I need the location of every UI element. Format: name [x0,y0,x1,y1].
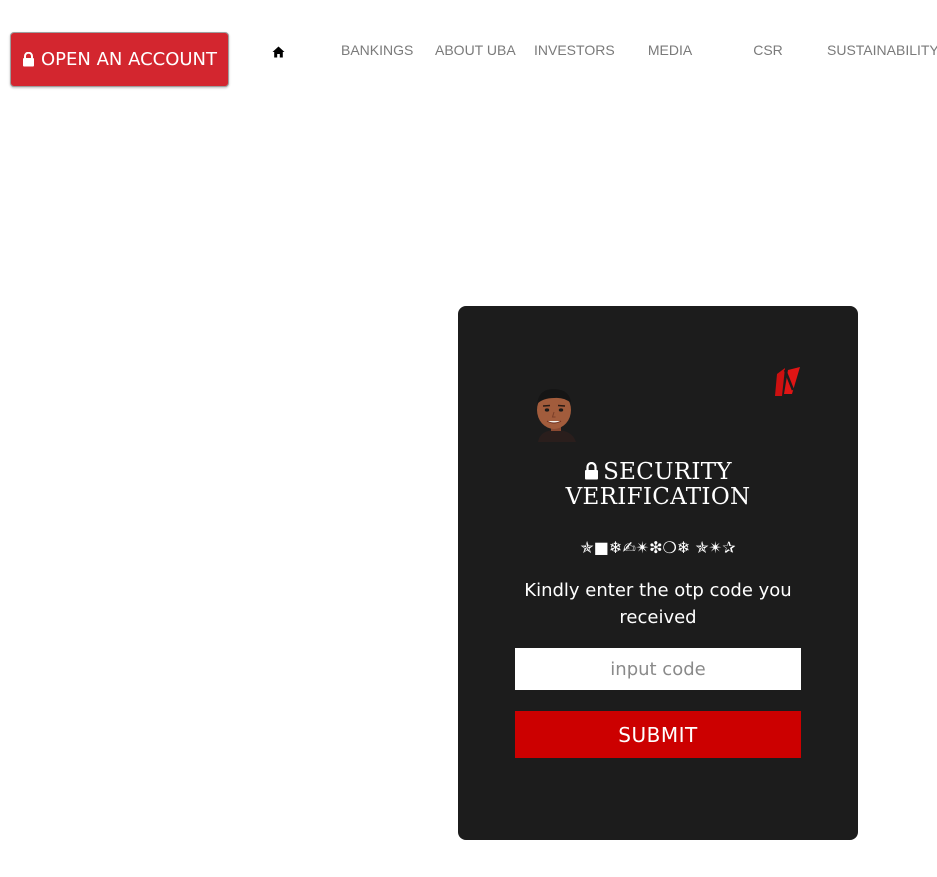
otp-instruction: Kindly enter the otp code you received [524,580,792,628]
title-line-1: SECURITY [603,459,732,485]
user-avatar [530,386,582,442]
open-account-button[interactable]: OPEN AN ACCOUNT [10,32,229,87]
brand-logo-icon [774,366,802,398]
lock-icon [584,461,599,485]
nav-item-media[interactable]: MEDIA [646,42,694,62]
security-verification-card: SECURITY VERIFICATION ✯■❄✍✴❇❍❄ ✯✴✰ Kindl… [458,306,858,840]
nav-item-about-uba[interactable]: ABOUT UBA [435,42,516,62]
nav-item-bankings[interactable]: BANKINGS [341,42,413,62]
lock-icon [22,52,35,67]
home-icon[interactable] [270,44,286,60]
nav-item-csr[interactable]: CSR [752,42,784,62]
otp-input[interactable] [515,648,801,690]
submit-button[interactable]: SUBMIT [515,711,801,758]
nav-item-investors[interactable]: INVESTORS [534,42,615,62]
title-line-2: VERIFICATION [565,484,751,510]
nav-item-sustainability[interactable]: SUSTAINABILITY [827,42,937,62]
open-account-label: OPEN AN ACCOUNT [40,49,218,70]
page-title: SECURITY VERIFICATION [458,460,858,509]
decorative-symbols: ✯■❄✍✴❇❍❄ ✯✴✰ [580,538,736,557]
